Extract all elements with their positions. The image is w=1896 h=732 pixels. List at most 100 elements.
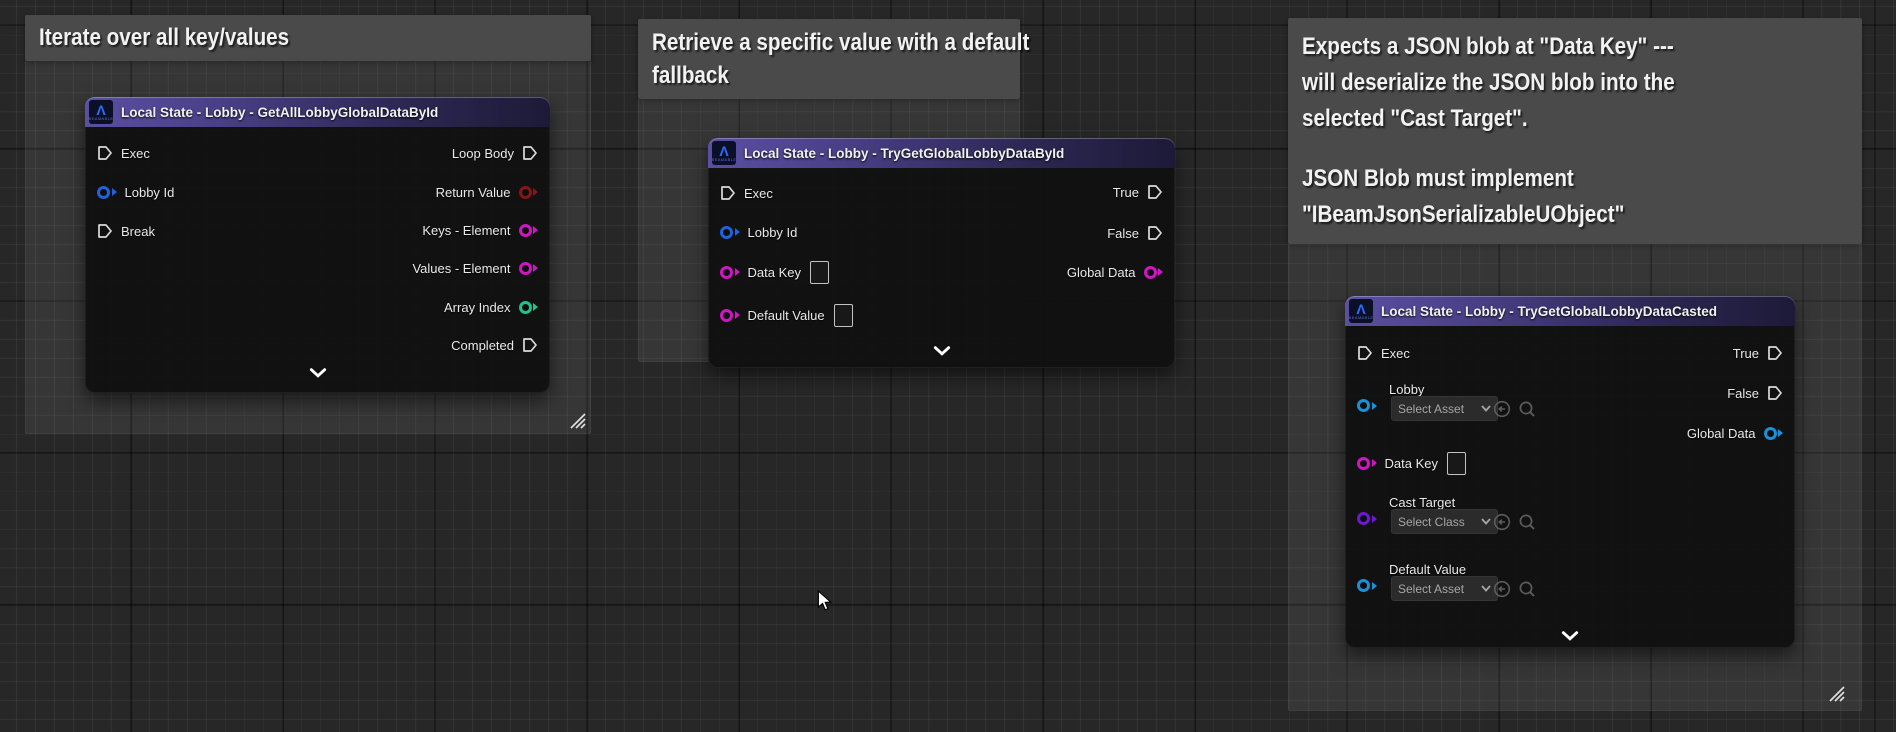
pin-row: Values - Element bbox=[412, 256, 538, 280]
use-selected-asset-icon[interactable] bbox=[1493, 400, 1511, 418]
chevron-down-icon[interactable] bbox=[933, 346, 951, 356]
browse-asset-icon[interactable] bbox=[1518, 513, 1536, 531]
exec-pin[interactable] bbox=[522, 145, 538, 161]
chevron-down-icon bbox=[1481, 518, 1491, 525]
comment-title-line: will deserialize the JSON blob into the bbox=[1302, 65, 1772, 101]
data-key-input[interactable] bbox=[810, 261, 829, 284]
data-pin[interactable] bbox=[1357, 579, 1377, 592]
pin-label: Lobby Id bbox=[748, 225, 798, 240]
exec-pin[interactable] bbox=[1147, 225, 1163, 241]
beamable-logo-icon: Λ BEAMABLE bbox=[1349, 299, 1373, 323]
node-title: Local State - Lobby - TryGetGlobalLobbyD… bbox=[1381, 304, 1717, 319]
pin-row: Array Index bbox=[444, 295, 538, 319]
comment-title-bar[interactable]: Expects a JSON blob at "Data Key" --- wi… bbox=[1288, 18, 1862, 244]
data-pin[interactable] bbox=[519, 224, 539, 237]
resize-grip-icon[interactable] bbox=[566, 409, 586, 429]
exec-pin[interactable] bbox=[1357, 345, 1373, 361]
node-title: Local State - Lobby - GetAllLobbyGlobalD… bbox=[121, 105, 438, 120]
pin-label: False bbox=[1107, 226, 1139, 241]
chevron-down-icon[interactable] bbox=[1561, 631, 1579, 641]
node-try-get-global-lobby-data-casted[interactable]: Λ BEAMABLE Local State - Lobby - TryGetG… bbox=[1345, 296, 1795, 648]
data-pin[interactable] bbox=[1357, 399, 1377, 412]
pin-label: False bbox=[1727, 386, 1759, 401]
pin-row: Loop Body bbox=[452, 141, 538, 165]
data-pin[interactable] bbox=[97, 186, 117, 199]
comment-title-bar[interactable]: Retrieve a specific value with a default… bbox=[638, 19, 1020, 99]
comment-title-line: Expects a JSON blob at "Data Key" --- bbox=[1302, 29, 1772, 65]
node-title: Local State - Lobby - TryGetGlobalLobbyD… bbox=[744, 146, 1064, 161]
beamable-glyph: Λ bbox=[96, 104, 105, 117]
exec-pin[interactable] bbox=[97, 223, 113, 239]
pin-row: Exec bbox=[720, 181, 773, 205]
pin-row: Exec bbox=[97, 141, 150, 165]
pin-row: Lobby Id bbox=[97, 180, 174, 204]
exec-pin[interactable] bbox=[1767, 345, 1783, 361]
beamable-logo-icon: Λ BEAMABLE bbox=[89, 100, 113, 124]
node-try-get-global-lobby-data[interactable]: Λ BEAMABLE Local State - Lobby - TryGetG… bbox=[708, 138, 1175, 368]
comment-title: Iterate over all key/values bbox=[39, 24, 502, 52]
exec-pin[interactable] bbox=[97, 145, 113, 161]
use-selected-asset-icon[interactable] bbox=[1493, 513, 1511, 531]
default-value-input[interactable] bbox=[834, 304, 853, 327]
node-header[interactable]: Λ BEAMABLE Local State - Lobby - GetAllL… bbox=[85, 97, 550, 127]
mouse-pointer-icon bbox=[814, 590, 836, 612]
pin-label: Data Key bbox=[748, 265, 801, 280]
pin-row: Global Data bbox=[1687, 421, 1783, 445]
comment-title-line: Retrieve a specific value with a default bbox=[652, 26, 956, 59]
exec-pin[interactable] bbox=[720, 185, 736, 201]
data-pin[interactable] bbox=[1144, 266, 1164, 279]
chevron-down-icon bbox=[1481, 405, 1491, 412]
pin-row: Exec bbox=[1357, 341, 1410, 365]
pin-row: Global Data bbox=[1067, 260, 1163, 284]
data-pin[interactable] bbox=[720, 226, 740, 239]
comment-title-line: JSON Blob must implement bbox=[1302, 161, 1772, 197]
data-pin[interactable] bbox=[519, 186, 539, 199]
select-asset-dropdown[interactable]: Select Asset bbox=[1391, 396, 1498, 421]
beamable-glyph: Λ bbox=[719, 145, 728, 158]
pin-label: Global Data bbox=[1067, 265, 1136, 280]
comment-title-line: fallback bbox=[652, 59, 956, 92]
node-get-all-lobby-global-data[interactable]: Λ BEAMABLE Local State - Lobby - GetAllL… bbox=[85, 97, 550, 393]
select-asset-dropdown[interactable]: Select Asset bbox=[1391, 576, 1498, 601]
data-pin[interactable] bbox=[720, 309, 740, 322]
pin-label: Default Value bbox=[748, 308, 825, 323]
pin-label: Data Key bbox=[1385, 456, 1438, 471]
comment-title-line bbox=[1302, 137, 1772, 161]
resize-grip-icon[interactable] bbox=[1825, 682, 1845, 702]
data-pin[interactable] bbox=[1764, 427, 1784, 440]
data-pin[interactable] bbox=[519, 262, 539, 275]
data-pin[interactable] bbox=[720, 266, 740, 279]
beamable-glyph: Λ bbox=[1356, 303, 1365, 316]
pin-label: Exec bbox=[1381, 346, 1410, 361]
exec-pin[interactable] bbox=[1767, 385, 1783, 401]
node-header[interactable]: Λ BEAMABLE Local State - Lobby - TryGetG… bbox=[1345, 296, 1795, 326]
asset-picker-icons bbox=[1493, 400, 1536, 418]
comment-title-bar[interactable]: Iterate over all key/values bbox=[25, 15, 591, 61]
browse-asset-icon[interactable] bbox=[1518, 580, 1536, 598]
pin-label: Exec bbox=[744, 186, 773, 201]
select-class-dropdown[interactable]: Select Class bbox=[1391, 509, 1498, 534]
pin-label: Global Data bbox=[1687, 426, 1756, 441]
exec-pin[interactable] bbox=[1147, 184, 1163, 200]
use-selected-asset-icon[interactable] bbox=[1493, 580, 1511, 598]
browse-asset-icon[interactable] bbox=[1518, 400, 1536, 418]
chevron-down-icon[interactable] bbox=[309, 368, 327, 378]
beamable-logo-icon: Λ BEAMABLE bbox=[712, 141, 736, 165]
data-pin[interactable] bbox=[1357, 512, 1377, 525]
pin-label: Loop Body bbox=[452, 146, 514, 161]
pin-row: Lobby Id bbox=[720, 220, 797, 244]
pin-row: True bbox=[1113, 180, 1163, 204]
data-pin[interactable] bbox=[1357, 457, 1377, 470]
pin-label: Break bbox=[121, 224, 155, 239]
pin-row: False bbox=[1107, 221, 1163, 245]
pin-row: Return Value bbox=[436, 180, 538, 204]
exec-pin[interactable] bbox=[522, 337, 538, 353]
pin-row: Keys - Element bbox=[422, 218, 538, 242]
asset-picker-icons bbox=[1493, 513, 1536, 531]
asset-picker-icons bbox=[1493, 580, 1536, 598]
node-header[interactable]: Λ BEAMABLE Local State - Lobby - TryGetG… bbox=[708, 138, 1175, 168]
data-pin[interactable] bbox=[519, 301, 539, 314]
beamable-caption: BEAMABLE bbox=[712, 158, 737, 162]
pin-label: Cast Target bbox=[1389, 495, 1455, 510]
data-key-input[interactable] bbox=[1447, 452, 1466, 475]
